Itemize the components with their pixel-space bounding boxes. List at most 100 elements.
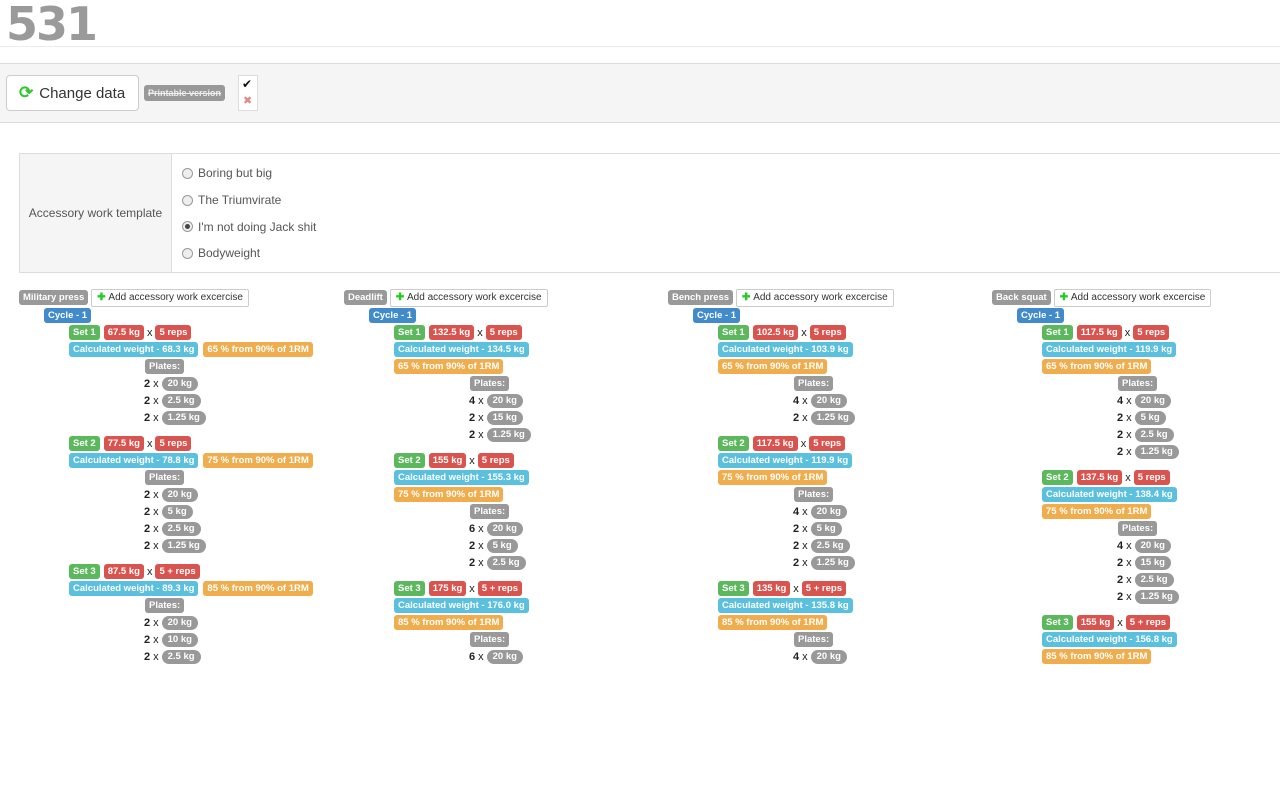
- plate-weight: 2.5 kg: [810, 538, 850, 553]
- add-accessory-button[interactable]: ✚ Add accessory work excercise: [1053, 288, 1212, 307]
- cycle-row: Cycle - 1: [344, 307, 548, 324]
- cycle-label[interactable]: Cycle - 1: [369, 308, 417, 323]
- plate-weight: 20 kg: [161, 615, 198, 630]
- plate-count: 2: [469, 539, 476, 552]
- times-sign: x: [1126, 573, 1132, 586]
- add-accessory-button[interactable]: ✚ Add accessory work excercise: [389, 288, 548, 307]
- plate-row: 4 x 20 kg: [992, 537, 1211, 554]
- cycle-label[interactable]: Cycle - 1: [693, 308, 741, 323]
- set-weight: 175 kg: [428, 581, 467, 596]
- set-reps: 5 reps: [485, 325, 522, 340]
- set-weight: 155 kg: [428, 453, 467, 468]
- set-row: Set 3 155 kg x 5 + reps: [992, 614, 1211, 631]
- times-sign: x: [478, 650, 484, 663]
- plates-label: Plates:: [470, 376, 510, 391]
- plate-count: 2: [793, 522, 800, 535]
- exercise-name: Bench press: [668, 290, 734, 305]
- times-sign: x: [478, 556, 484, 569]
- set-row: Set 3 135 kg x 5 + reps: [668, 580, 894, 597]
- times-sign: x: [802, 539, 808, 552]
- percent-of-1rm: 75 % from 90% of 1RM: [203, 453, 313, 468]
- plate-weight: 5 kg: [1134, 410, 1166, 425]
- plate-weight: 20 kg: [810, 649, 847, 664]
- set-row: Set 1 67.5 kg x 5 reps: [19, 324, 313, 341]
- plate-count: 2: [144, 377, 151, 390]
- plate-weight: 1.25 kg: [810, 555, 855, 570]
- set-weight: 77.5 kg: [103, 436, 144, 451]
- plate-row: 6 x 20 kg: [344, 520, 548, 537]
- plate-weight: 20 kg: [486, 649, 523, 664]
- set-weight: 132.5 kg: [428, 325, 475, 340]
- times-sign: x: [1124, 326, 1131, 339]
- calculated-weight: Calculated weight - 89.3 kg: [69, 581, 199, 596]
- plate-weight: 20 kg: [1134, 538, 1171, 553]
- plate-weight: 5 kg: [161, 504, 193, 519]
- set-info-row: Calculated weight - 68.3 kg 65 % from 90%…: [19, 341, 313, 358]
- percent-of-1rm: 65 % from 90% of 1RM: [394, 359, 504, 374]
- times-sign: x: [153, 411, 159, 424]
- plates-header-row: Plates:: [668, 486, 894, 503]
- set-info-row: Calculated weight - 78.8 kg 75 % from 90%…: [19, 452, 313, 469]
- times-sign: x: [478, 394, 484, 407]
- times-sign: x: [802, 522, 808, 535]
- cycle-label[interactable]: Cycle - 1: [1017, 308, 1065, 323]
- plate-weight: 2.5 kg: [1134, 572, 1174, 587]
- plate-row: 2 x 15 kg: [344, 409, 548, 426]
- set-weight: 137.5 kg: [1076, 470, 1123, 485]
- times-sign: x: [153, 616, 159, 629]
- set-weight: 117.5 kg: [752, 436, 798, 451]
- plate-weight: 20 kg: [1134, 393, 1171, 408]
- times-sign: x: [146, 326, 153, 339]
- set-reps: 5 reps: [155, 436, 192, 451]
- set-row: Set 3 87.5 kg x 5 + reps: [19, 563, 313, 580]
- plate-count: 2: [1117, 590, 1124, 603]
- set-row: Set 2 137.5 kg x 5 reps: [992, 469, 1211, 486]
- plate-weight: 2.5 kg: [486, 555, 526, 570]
- set-percent-row: 85 % from 90% of 1RM: [992, 648, 1211, 665]
- set-percent-row: 65 % from 90% of 1RM: [992, 358, 1211, 375]
- plate-weight: 1.25 kg: [161, 538, 206, 553]
- times-sign: x: [800, 437, 807, 450]
- times-sign: x: [478, 522, 484, 535]
- times-sign: x: [153, 394, 159, 407]
- times-sign: x: [1126, 590, 1132, 603]
- exercise-column: Deadlift ✚ Add accessory work excercise Cy…: [344, 288, 548, 665]
- add-accessory-button[interactable]: ✚ Add accessory work excercise: [91, 288, 249, 307]
- plate-weight: 2.5 kg: [1134, 427, 1174, 442]
- set-label: Set 1: [1042, 325, 1073, 340]
- times-sign: x: [802, 505, 808, 518]
- plate-row: 2 x 20 kg: [19, 486, 313, 503]
- plate-row: 2 x 1.25 kg: [992, 588, 1211, 605]
- plates-label: Plates:: [1118, 376, 1158, 391]
- add-accessory-button[interactable]: ✚ Add accessory work excercise: [736, 288, 894, 307]
- exercise-columns: Military press ✚ Add accessory work excer…: [0, 0, 1280, 665]
- times-sign: x: [802, 394, 808, 407]
- exercise-name: Military press: [19, 290, 89, 305]
- times-sign: x: [153, 633, 159, 646]
- exercise-name: Deadlift: [344, 290, 387, 305]
- set-reps: 5 + reps: [1125, 615, 1170, 630]
- plate-weight: 20 kg: [161, 487, 198, 502]
- cycle-label[interactable]: Cycle - 1: [44, 308, 92, 323]
- calculated-weight: Calculated weight - 155.3 kg: [394, 470, 529, 485]
- set-weight: 87.5 kg: [103, 564, 144, 579]
- times-sign: x: [146, 565, 153, 578]
- plate-row: 4 x 20 kg: [344, 392, 548, 409]
- plate-count: 2: [144, 505, 151, 518]
- plate-row: 2 x 1.25 kg: [668, 554, 894, 571]
- plate-count: 2: [144, 616, 151, 629]
- plate-weight: 20 kg: [486, 521, 523, 536]
- plate-count: 2: [793, 556, 800, 569]
- set-weight: 155 kg: [1076, 615, 1115, 630]
- times-sign: x: [469, 454, 475, 467]
- set-row: Set 1 117.5 kg x 5 reps: [992, 324, 1211, 341]
- plate-weight: 10 kg: [161, 632, 198, 647]
- calculated-weight: Calculated weight - 156.8 kg: [1042, 632, 1177, 647]
- plates-label: Plates:: [794, 632, 834, 647]
- plates-label: Plates:: [145, 598, 185, 613]
- plate-count: 2: [144, 522, 151, 535]
- set-label: Set 3: [394, 581, 425, 596]
- plate-count: 2: [144, 411, 151, 424]
- add-accessory-label: Add accessory work excercise: [407, 291, 542, 303]
- plates-label: Plates:: [1118, 521, 1158, 536]
